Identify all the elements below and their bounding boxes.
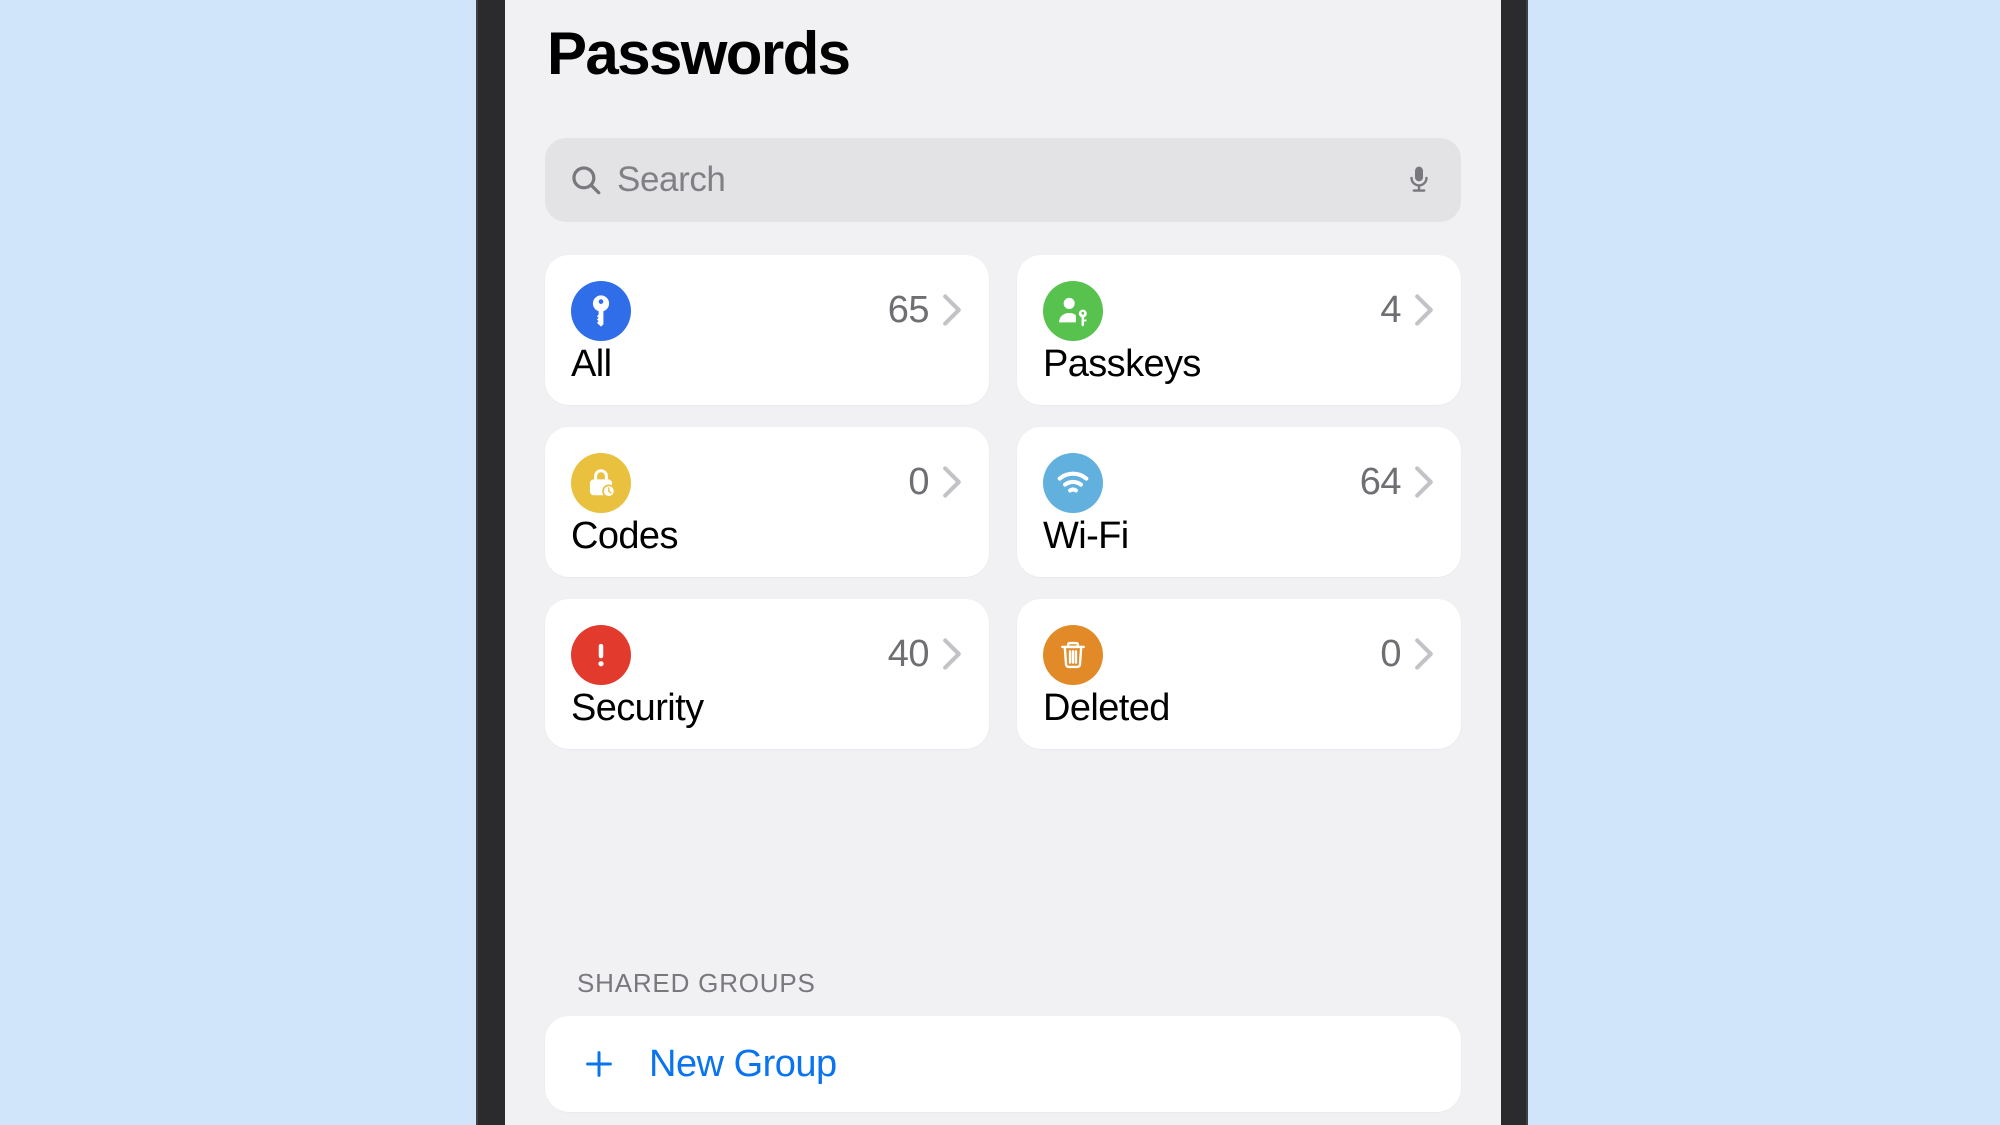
trash-icon — [1043, 625, 1103, 685]
shared-groups-header: SHARED GROUPS — [577, 968, 816, 998]
count-group: 4 — [1380, 291, 1435, 329]
category-card-passkeys[interactable]: 4 Passkeys — [1017, 255, 1461, 405]
chevron-right-icon — [1413, 465, 1435, 499]
new-group-button[interactable]: New Group — [545, 1016, 1461, 1112]
search-icon — [569, 163, 603, 197]
category-card-codes[interactable]: 0 Codes — [545, 427, 989, 577]
category-label: Wi-Fi — [1043, 515, 1129, 557]
category-label: Deleted — [1043, 687, 1170, 729]
category-label: Passkeys — [1043, 343, 1201, 385]
new-group-label: New Group — [649, 1042, 837, 1085]
search-input[interactable] — [617, 160, 1403, 200]
chevron-right-icon — [941, 293, 963, 327]
chevron-right-icon — [941, 637, 963, 671]
count-group: 40 — [888, 635, 963, 673]
card-top: 64 — [1043, 453, 1435, 513]
lock-clock-icon — [571, 453, 631, 513]
key-icon — [571, 281, 631, 341]
count-group: 0 — [908, 463, 963, 501]
chevron-right-icon — [1413, 637, 1435, 671]
phone-screen: Passwords Search 65 All 4 Passkeys 0 Cod… — [505, 0, 1501, 1125]
category-card-security[interactable]: 40 Security — [545, 599, 989, 749]
chevron-right-icon — [941, 465, 963, 499]
microphone-icon[interactable] — [1403, 164, 1435, 196]
search-bar[interactable] — [545, 138, 1461, 222]
plus-icon — [581, 1046, 617, 1082]
category-count: 4 — [1380, 289, 1401, 331]
category-label: All — [571, 343, 612, 385]
card-top: 40 — [571, 625, 963, 685]
category-count: 0 — [908, 461, 929, 503]
category-count: 40 — [887, 633, 930, 675]
page-title: Passwords — [547, 20, 851, 87]
card-top: 4 — [1043, 281, 1435, 341]
card-top: 0 — [1043, 625, 1435, 685]
category-label: Codes — [571, 515, 678, 557]
chevron-right-icon — [1413, 293, 1435, 327]
category-card-wifi[interactable]: 64 Wi-Fi — [1017, 427, 1461, 577]
card-top: 65 — [571, 281, 963, 341]
category-count: 65 — [887, 289, 930, 331]
category-card-all[interactable]: 65 All — [545, 255, 989, 405]
count-group: 65 — [888, 291, 963, 329]
category-grid: 65 All 4 Passkeys 0 Codes 64 Wi-Fi 40 Se… — [545, 255, 1461, 749]
category-label: Security — [571, 687, 704, 729]
count-group: 0 — [1380, 635, 1435, 673]
person-key-icon — [1043, 281, 1103, 341]
category-count: 0 — [1380, 633, 1401, 675]
count-group: 64 — [1360, 463, 1435, 501]
category-card-deleted[interactable]: 0 Deleted — [1017, 599, 1461, 749]
exclamation-icon — [571, 625, 631, 685]
card-top: 0 — [571, 453, 963, 513]
category-count: 64 — [1359, 461, 1402, 503]
wifi-icon — [1043, 453, 1103, 513]
